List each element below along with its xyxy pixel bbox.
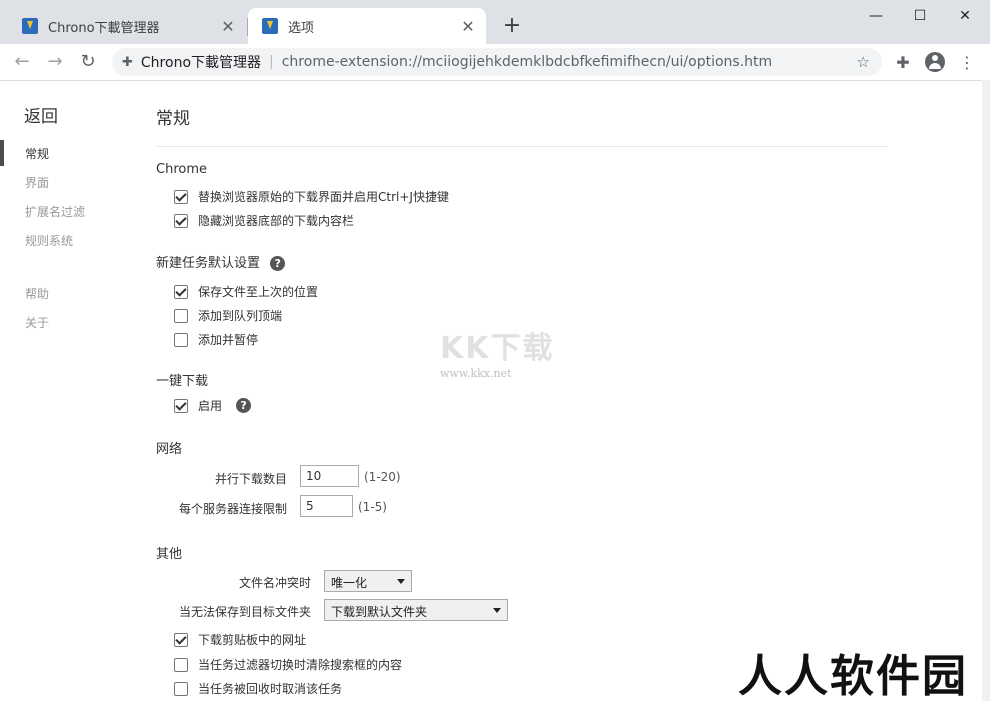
- cannot-save-label: 当无法保存到目标文件夹: [178, 605, 311, 619]
- checkbox[interactable]: [174, 398, 188, 413]
- scrollbar[interactable]: [982, 80, 990, 701]
- option-label: 保存文件至上次的位置: [198, 285, 319, 299]
- options-content: 常规 Chrome 替换浏览器原始的下载界面并启用Ctrl+J快捷键 隐藏浏览器…: [156, 80, 896, 701]
- download-icon: [262, 18, 278, 34]
- option-label: 启用: [198, 399, 223, 413]
- option-enable-one-click[interactable]: 启用 ?: [174, 397, 252, 414]
- sidebar-item-about[interactable]: 关于: [25, 314, 49, 331]
- parallel-downloads-range: (1-20): [364, 470, 401, 484]
- menu-icon[interactable]: ⋮: [956, 52, 978, 74]
- back-arrow-icon[interactable]: ←: [10, 50, 34, 74]
- cannot-save-select[interactable]: 下载到默认文件夹: [324, 599, 508, 621]
- option-add-to-queue-top[interactable]: 添加到队列顶端: [174, 307, 282, 324]
- sidebar-item-help[interactable]: 帮助: [25, 285, 49, 302]
- back-link[interactable]: 返回: [24, 102, 58, 127]
- section-one-click-title: 一键下载: [156, 374, 209, 389]
- tab-chrono-downloader[interactable]: Chrono下載管理器 ✕: [8, 8, 246, 44]
- sidebar-item-rules[interactable]: 规则系统: [25, 232, 73, 249]
- active-indicator: [0, 140, 4, 166]
- option-cancel-on-recycle[interactable]: 当任务被回收时取消该任务: [174, 680, 342, 697]
- watermark-corner-logo: 人人软件园: [738, 651, 968, 702]
- help-icon[interactable]: ?: [270, 256, 286, 271]
- section-label: 新建任务默认设置: [156, 256, 261, 271]
- close-window-button[interactable]: ✕: [943, 4, 987, 28]
- tab-strip: Chrono下載管理器 ✕ 选项 ✕ + — ☐ ✕: [0, 0, 990, 44]
- checkbox[interactable]: [174, 213, 188, 228]
- option-label: 隐藏浏览器底部的下载内容栏: [198, 214, 355, 228]
- sidebar-item-interface[interactable]: 界面: [25, 174, 49, 191]
- site-name: Chrono下載管理器: [140, 55, 262, 71]
- section-chrome-title: Chrome: [156, 162, 207, 177]
- profile-avatar-icon[interactable]: [925, 52, 945, 72]
- divider: [156, 146, 888, 147]
- address-bar[interactable]: ✚ Chrono下載管理器 | chrome-extension://mciio…: [112, 48, 882, 76]
- checkbox[interactable]: [174, 308, 188, 323]
- close-icon[interactable]: ✕: [460, 17, 476, 36]
- parallel-downloads-label: 并行下载数目: [214, 472, 287, 486]
- option-save-last-location[interactable]: 保存文件至上次的位置: [174, 283, 318, 300]
- section-new-task-title: 新建任务默认设置 ?: [156, 252, 286, 271]
- reload-icon[interactable]: ↻: [76, 50, 100, 74]
- sidebar-item-extension-filter[interactable]: 扩展名过滤: [25, 203, 85, 220]
- address-separator: |: [269, 54, 274, 70]
- page-title: 常规: [156, 109, 190, 129]
- checkbox[interactable]: [174, 632, 188, 647]
- per-server-limit-range: (1-5): [358, 500, 387, 514]
- filename-conflict-select[interactable]: 唯一化: [324, 570, 412, 592]
- close-icon[interactable]: ✕: [220, 17, 236, 36]
- checkbox[interactable]: [174, 284, 188, 299]
- sidebar-item-general[interactable]: 常规: [25, 145, 49, 162]
- select-value: 下载到默认文件夹: [331, 605, 428, 619]
- per-server-limit-label: 每个服务器连接限制: [178, 502, 287, 516]
- extensions-icon[interactable]: ✚: [892, 52, 914, 74]
- option-hide-download-shelf[interactable]: 隐藏浏览器底部的下载内容栏: [174, 212, 354, 229]
- per-server-limit-input[interactable]: 5: [300, 495, 353, 517]
- options-sidebar: 返回 常规 界面 扩展名过滤 规则系统 帮助 关于: [0, 80, 130, 701]
- help-icon[interactable]: ?: [236, 398, 252, 413]
- new-tab-button[interactable]: +: [498, 12, 526, 40]
- option-download-clipboard-url[interactable]: 下载剪贴板中的网址: [174, 631, 306, 648]
- download-icon: [22, 18, 38, 34]
- option-label: 当任务过滤器切换时清除搜索框的内容: [198, 658, 403, 672]
- bookmark-star-icon[interactable]: ☆: [857, 53, 870, 71]
- select-value: 唯一化: [331, 576, 368, 590]
- checkbox[interactable]: [174, 189, 188, 204]
- parallel-downloads-input[interactable]: 10: [300, 465, 359, 487]
- option-label: 替换浏览器原始的下载界面并启用Ctrl+J快捷键: [198, 190, 449, 204]
- minimize-button[interactable]: —: [854, 4, 898, 28]
- maximize-button[interactable]: ☐: [898, 4, 942, 28]
- option-add-and-pause[interactable]: 添加并暂停: [174, 331, 258, 348]
- option-label: 添加并暂停: [198, 333, 259, 347]
- watermark-url: www.kkx.net: [440, 367, 512, 380]
- option-label: 添加到队列顶端: [198, 309, 283, 323]
- watermark-logo: KK下载: [440, 331, 555, 366]
- dropdown-arrow-icon: [493, 608, 501, 613]
- option-label: 下载剪贴板中的网址: [198, 633, 307, 647]
- checkbox[interactable]: [174, 332, 188, 347]
- tab-title: Chrono下載管理器: [48, 20, 160, 36]
- checkbox[interactable]: [174, 681, 188, 696]
- tab-options[interactable]: 选项 ✕: [248, 8, 486, 44]
- checkbox[interactable]: [174, 657, 188, 672]
- option-label: 当任务被回收时取消该任务: [198, 682, 343, 696]
- forward-arrow-icon[interactable]: →: [43, 50, 67, 74]
- tab-title: 选项: [288, 20, 315, 36]
- option-clear-search-on-filter[interactable]: 当任务过滤器切换时清除搜索框的内容: [174, 656, 402, 673]
- url-text: chrome-extension://mciiogijehkdemklbdcbf…: [281, 54, 773, 70]
- section-other-title: 其他: [156, 547, 183, 562]
- puzzle-icon: ✚: [122, 54, 133, 70]
- filename-conflict-label: 文件名冲突时: [238, 576, 311, 590]
- section-network-title: 网络: [156, 442, 183, 457]
- dropdown-arrow-icon: [397, 579, 405, 584]
- option-replace-download-ui[interactable]: 替换浏览器原始的下载界面并启用Ctrl+J快捷键: [174, 188, 449, 205]
- browser-toolbar: ← → ↻ ✚ Chrono下載管理器 | chrome-extension:/…: [0, 44, 990, 81]
